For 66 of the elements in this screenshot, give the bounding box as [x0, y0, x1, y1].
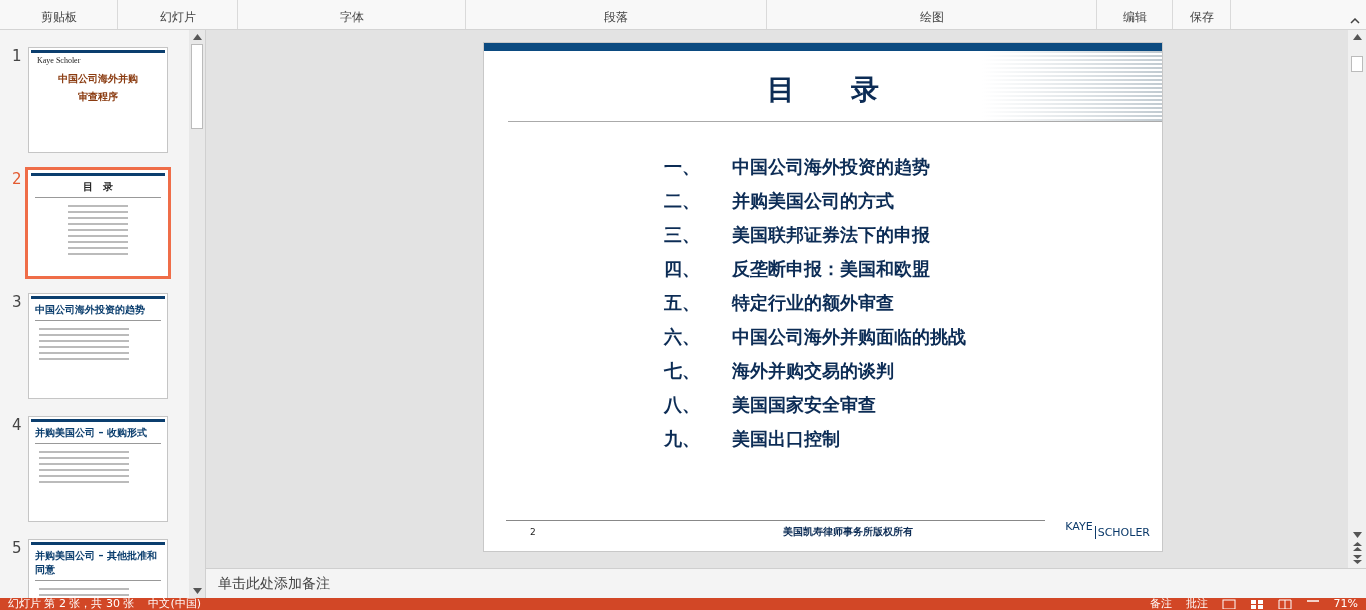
thumbnail-title: 并购美国公司 – 其他批准和同意	[34, 549, 158, 577]
item-text: 美国出口控制	[732, 427, 840, 451]
page-number: 2	[529, 527, 537, 537]
thumbnail-title: 并购美国公司 – 收购形式	[34, 426, 148, 440]
item-text: 反垄断申报：美国和欧盟	[732, 257, 930, 281]
language-indicator[interactable]: 中文(中国)	[148, 598, 202, 610]
slide-title: 目 录	[767, 72, 879, 108]
slide-counter: 幻灯片 第 2 张，共 30 张	[8, 598, 135, 610]
ribbon-group-label: 段落	[604, 9, 628, 26]
ribbon-group-label: 字体	[339, 9, 364, 26]
thumbnail-scrollbar[interactable]	[189, 30, 205, 598]
item-number: 三、	[664, 223, 701, 247]
scrollbar-thumb[interactable]	[191, 44, 203, 129]
notes-field[interactable]: 单击此处添加备注	[206, 568, 1366, 598]
slide-thumbnail[interactable]: 并购美国公司 – 其他批准和同意	[28, 539, 168, 598]
slide-thumbnail[interactable]: 目 录	[28, 170, 168, 276]
zoom-level[interactable]: 71%	[1333, 598, 1358, 610]
logo: KAYE SCHOLER	[1065, 519, 1150, 539]
footer-text: 美国凯寿律师事务所版权所有	[781, 525, 914, 539]
item-number: 六、	[664, 325, 701, 349]
thumbnail-title: 中国公司海外并购	[58, 72, 138, 86]
slide-number: 1	[12, 47, 22, 65]
slide-thumbnail[interactable]: 并购美国公司 – 收购形式	[28, 416, 168, 522]
notes-button[interactable]: 备注	[1149, 598, 1172, 610]
item-number: 八、	[664, 393, 701, 417]
slide-number: 4	[12, 416, 22, 434]
ribbon-group-label: 绘图	[919, 9, 944, 26]
slide-number: 3	[12, 293, 22, 311]
item-text: 海外并购交易的谈判	[732, 359, 894, 383]
ribbon-group-label: 剪贴板	[40, 9, 77, 26]
thumbnail-title: 中国公司海外投资的趋势	[34, 303, 146, 317]
slide-number: 2	[12, 170, 22, 188]
scrollbar-thumb[interactable]	[1351, 56, 1363, 72]
item-number: 二、	[664, 189, 701, 213]
ribbon-group-label: 幻灯片	[159, 9, 196, 26]
book-icon[interactable]	[1277, 599, 1292, 609]
item-number: 九、	[664, 427, 701, 451]
item-number: 五、	[664, 291, 701, 315]
previous-slide-icon[interactable]	[1352, 542, 1362, 551]
item-text: 美国国家安全审查	[732, 393, 876, 417]
thumbnail-title: 审查程序	[78, 90, 118, 104]
scroll-down-icon[interactable]	[1352, 532, 1362, 538]
thumbnail-title: 目 录	[83, 180, 113, 194]
collapse-ribbon-icon[interactable]	[1350, 18, 1360, 24]
scroll-up-icon[interactable]	[1352, 34, 1362, 40]
comments-button[interactable]: 批注	[1185, 598, 1208, 610]
slide-number: 5	[12, 539, 22, 557]
thumbnail-text: Kaye Scholer	[36, 55, 82, 67]
slide-scrollbar[interactable]	[1348, 30, 1366, 568]
normal-view-icon[interactable]	[1221, 599, 1236, 609]
item-text: 美国联邦证券法下的申报	[732, 223, 930, 247]
item-number: 一、	[664, 155, 701, 179]
next-slide-icon[interactable]	[1352, 555, 1362, 564]
scroll-down-icon[interactable]	[192, 588, 202, 594]
ribbon-group-label: 编辑	[1122, 9, 1147, 26]
item-text: 中国公司海外并购面临的挑战	[732, 325, 966, 349]
item-text: 中国公司海外投资的趋势	[732, 155, 930, 179]
item-text: 并购美国公司的方式	[732, 189, 894, 213]
item-number: 四、	[664, 257, 701, 281]
grid-view-icon[interactable]	[1249, 599, 1264, 609]
item-number: 七、	[664, 359, 701, 383]
slide-thumbnail[interactable]: 中国公司海外投资的趋势	[28, 293, 168, 399]
item-text: 特定行业的额外审查	[732, 291, 894, 315]
ribbon-group-label: 保存	[1189, 9, 1214, 26]
slide-thumbnail[interactable]: Kaye Scholer 中国公司海外并购 审查程序	[28, 47, 168, 153]
scroll-up-icon[interactable]	[192, 34, 202, 40]
